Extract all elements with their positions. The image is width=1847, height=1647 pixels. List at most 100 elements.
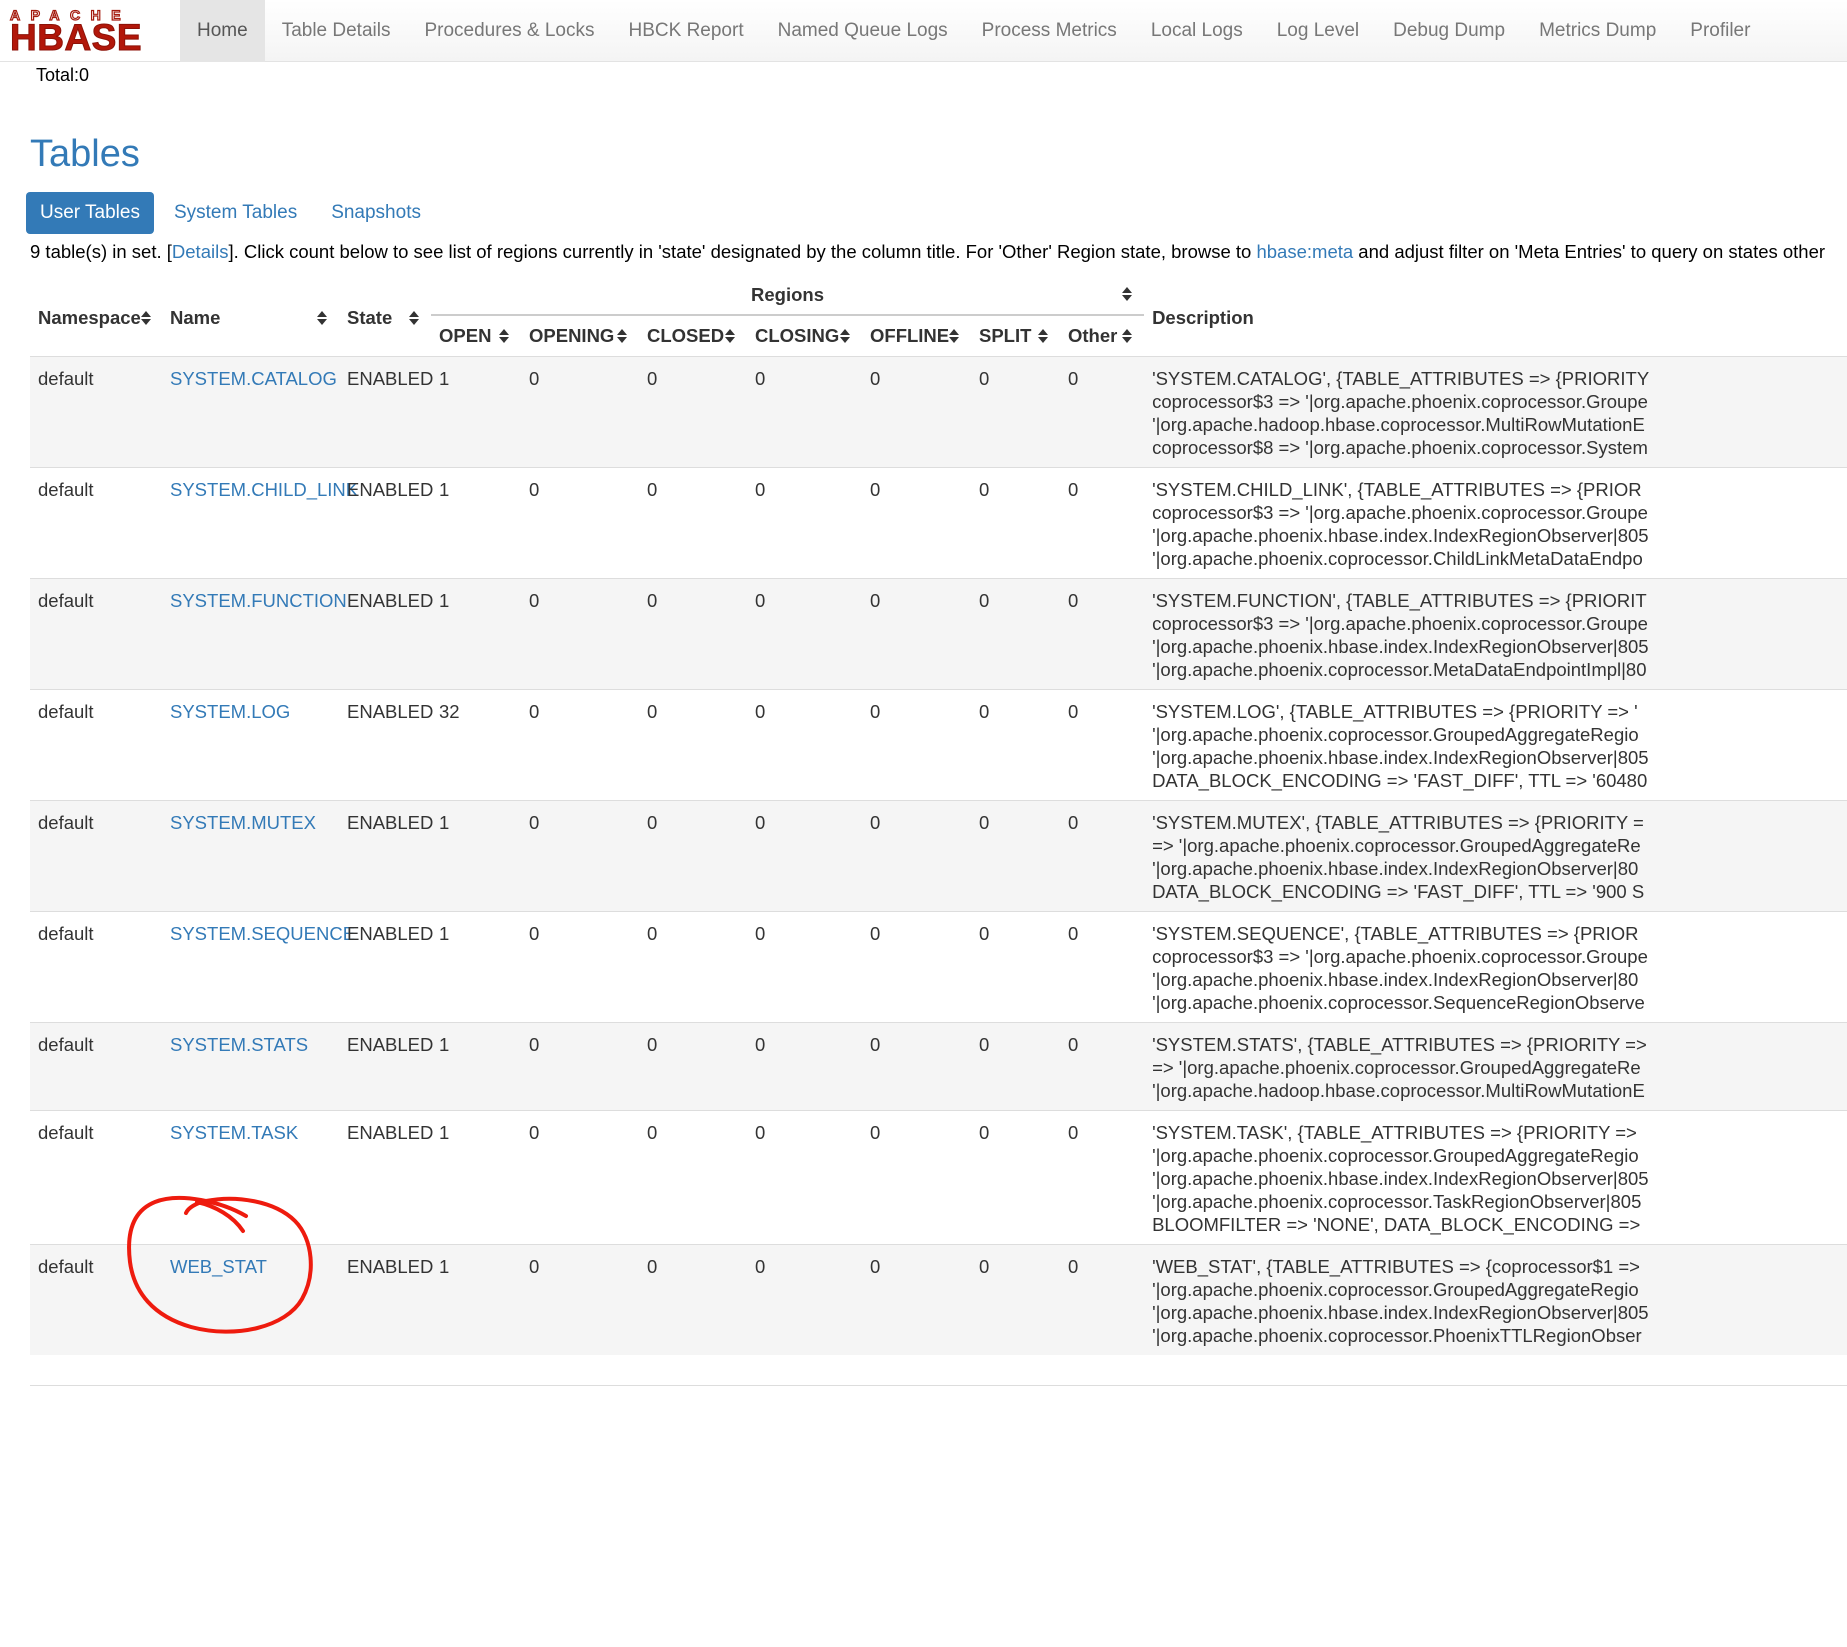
region-count-split[interactable]: 0 [979, 923, 989, 944]
sort-icon[interactable] [141, 311, 151, 325]
region-count-other[interactable]: 0 [1068, 1034, 1078, 1055]
region-count-offline[interactable]: 0 [870, 368, 880, 389]
table-name-link[interactable]: SYSTEM.CHILD_LINK [170, 479, 358, 500]
nav-link-profiler[interactable]: Profiler [1673, 0, 1767, 62]
nav-link-hbck-report[interactable]: HBCK Report [612, 0, 761, 62]
sort-icon[interactable] [317, 311, 327, 325]
region-count-other[interactable]: 0 [1068, 923, 1078, 944]
hbase-logo[interactable]: APACHE HBASE [0, 0, 180, 61]
tables-heading-link[interactable]: Tables [30, 133, 140, 175]
hbase-meta-link[interactable]: hbase:meta [1256, 241, 1353, 262]
tab-link-system-tables[interactable]: System Tables [160, 192, 311, 234]
region-count-other[interactable]: 0 [1068, 1122, 1078, 1143]
sort-icon[interactable] [1038, 329, 1048, 343]
region-count-open[interactable]: 1 [439, 479, 449, 500]
nav-link-log-level[interactable]: Log Level [1260, 0, 1376, 62]
region-count-other[interactable]: 0 [1068, 368, 1078, 389]
sort-icon[interactable] [840, 329, 850, 343]
sort-icon[interactable] [949, 329, 959, 343]
region-count-open[interactable]: 1 [439, 1122, 449, 1143]
region-count-closed[interactable]: 0 [647, 479, 657, 500]
region-count-offline[interactable]: 0 [870, 923, 880, 944]
region-count-offline[interactable]: 0 [870, 1034, 880, 1055]
nav-link-home[interactable]: Home [180, 0, 265, 62]
region-count-closing[interactable]: 0 [755, 590, 765, 611]
nav-link-procedures-locks[interactable]: Procedures & Locks [407, 0, 611, 62]
region-count-closing[interactable]: 0 [755, 1122, 765, 1143]
region-count-opening[interactable]: 0 [529, 479, 539, 500]
region-count-split[interactable]: 0 [979, 1256, 989, 1277]
region-count-split[interactable]: 0 [979, 812, 989, 833]
table-name-link[interactable]: SYSTEM.MUTEX [170, 812, 316, 833]
region-count-open[interactable]: 1 [439, 1256, 449, 1277]
region-count-offline[interactable]: 0 [870, 479, 880, 500]
region-count-offline[interactable]: 0 [870, 812, 880, 833]
details-link[interactable]: Details [172, 241, 229, 262]
region-count-offline[interactable]: 0 [870, 701, 880, 722]
region-count-open[interactable]: 1 [439, 368, 449, 389]
region-count-opening[interactable]: 0 [529, 923, 539, 944]
table-name-link[interactable]: SYSTEM.STATS [170, 1034, 308, 1055]
region-count-other[interactable]: 0 [1068, 701, 1078, 722]
region-count-other[interactable]: 0 [1068, 590, 1078, 611]
sort-icon[interactable] [1122, 287, 1132, 301]
region-count-offline[interactable]: 0 [870, 1256, 880, 1277]
sort-icon[interactable] [617, 329, 627, 343]
region-count-open[interactable]: 1 [439, 1034, 449, 1055]
region-count-open[interactable]: 1 [439, 923, 449, 944]
sort-icon[interactable] [725, 329, 735, 343]
region-count-other[interactable]: 0 [1068, 479, 1078, 500]
nav-link-debug-dump[interactable]: Debug Dump [1376, 0, 1522, 62]
region-count-open[interactable]: 1 [439, 812, 449, 833]
region-count-closed[interactable]: 0 [647, 368, 657, 389]
tab-link-snapshots[interactable]: Snapshots [317, 192, 435, 234]
table-name-link[interactable]: SYSTEM.TASK [170, 1122, 298, 1143]
region-count-offline[interactable]: 0 [870, 590, 880, 611]
region-count-closed[interactable]: 0 [647, 1256, 657, 1277]
table-name-link[interactable]: SYSTEM.SEQUENCE [170, 923, 355, 944]
nav-link-process-metrics[interactable]: Process Metrics [965, 0, 1134, 62]
region-count-closing[interactable]: 0 [755, 368, 765, 389]
region-count-closed[interactable]: 0 [647, 1122, 657, 1143]
region-count-opening[interactable]: 0 [529, 812, 539, 833]
region-count-closing[interactable]: 0 [755, 812, 765, 833]
region-count-closed[interactable]: 0 [647, 590, 657, 611]
region-count-split[interactable]: 0 [979, 701, 989, 722]
region-count-opening[interactable]: 0 [529, 1256, 539, 1277]
region-count-split[interactable]: 0 [979, 479, 989, 500]
sort-icon[interactable] [409, 311, 419, 325]
region-count-split[interactable]: 0 [979, 368, 989, 389]
table-name-link[interactable]: SYSTEM.LOG [170, 701, 290, 722]
region-count-other[interactable]: 0 [1068, 812, 1078, 833]
table-name-link[interactable]: SYSTEM.FUNCTION [170, 590, 347, 611]
region-count-opening[interactable]: 0 [529, 701, 539, 722]
sort-icon[interactable] [1122, 329, 1132, 343]
region-count-closing[interactable]: 0 [755, 923, 765, 944]
region-count-open[interactable]: 1 [439, 590, 449, 611]
region-count-opening[interactable]: 0 [529, 1034, 539, 1055]
sort-icon[interactable] [499, 329, 509, 343]
nav-link-local-logs[interactable]: Local Logs [1134, 0, 1260, 62]
region-count-open[interactable]: 32 [439, 701, 460, 722]
region-count-opening[interactable]: 0 [529, 368, 539, 389]
region-count-closing[interactable]: 0 [755, 1034, 765, 1055]
region-count-closed[interactable]: 0 [647, 812, 657, 833]
table-name-link[interactable]: WEB_STAT [170, 1256, 267, 1277]
region-count-closed[interactable]: 0 [647, 923, 657, 944]
nav-link-metrics-dump[interactable]: Metrics Dump [1522, 0, 1673, 62]
region-count-split[interactable]: 0 [979, 590, 989, 611]
region-count-closing[interactable]: 0 [755, 1256, 765, 1277]
region-count-closed[interactable]: 0 [647, 701, 657, 722]
region-count-opening[interactable]: 0 [529, 590, 539, 611]
region-count-closing[interactable]: 0 [755, 479, 765, 500]
table-name-link[interactable]: SYSTEM.CATALOG [170, 368, 337, 389]
region-count-other[interactable]: 0 [1068, 1256, 1078, 1277]
nav-link-named-queue-logs[interactable]: Named Queue Logs [761, 0, 965, 62]
region-count-closed[interactable]: 0 [647, 1034, 657, 1055]
tab-link-user-tables[interactable]: User Tables [26, 192, 154, 234]
region-count-offline[interactable]: 0 [870, 1122, 880, 1143]
region-count-split[interactable]: 0 [979, 1122, 989, 1143]
nav-link-table-details[interactable]: Table Details [265, 0, 408, 62]
region-count-opening[interactable]: 0 [529, 1122, 539, 1143]
region-count-closing[interactable]: 0 [755, 701, 765, 722]
